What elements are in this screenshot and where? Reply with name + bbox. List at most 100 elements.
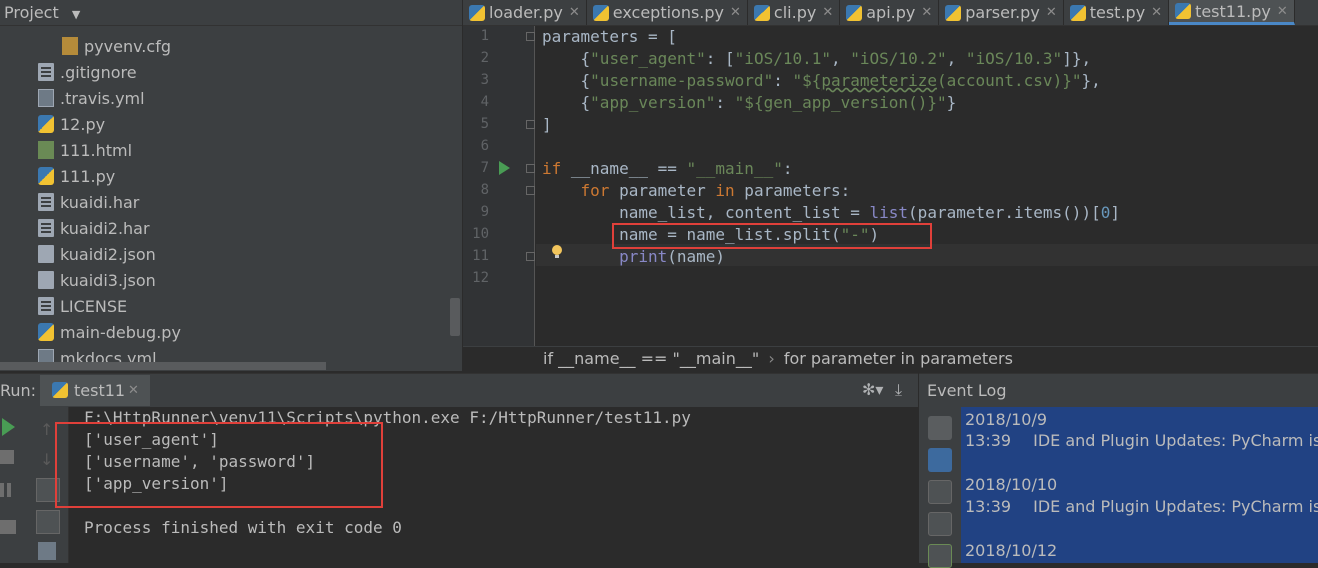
close-icon[interactable]: ✕ (569, 5, 580, 20)
project-title[interactable]: Project ▼ (4, 3, 80, 22)
file-item[interactable]: kuaidi2.har (38, 215, 150, 241)
file-item[interactable]: pyvenv.cfg (62, 33, 171, 59)
tab-cli[interactable]: cli.py ✕ (748, 0, 841, 25)
close-icon[interactable]: ✕ (822, 5, 833, 20)
line-number: 7 (480, 160, 489, 176)
breadcrumb-item[interactable]: for parameter in parameters (784, 349, 1013, 368)
fold-marker-icon[interactable] (526, 164, 535, 173)
balloon-icon[interactable] (928, 448, 952, 472)
file-item[interactable]: main-debug.py (38, 319, 181, 345)
event-entry[interactable]: 13:39 IDE and Plugin Updates: PyCharm is … (965, 431, 1318, 450)
file-name: .gitignore (60, 62, 137, 82)
breadcrumb-item[interactable]: if __name__ == "__main__" (543, 349, 759, 368)
file-item[interactable]: 111.py (38, 163, 115, 189)
rerun-icon[interactable] (2, 418, 15, 436)
close-icon[interactable]: ✕ (1277, 4, 1288, 19)
text-file-icon (38, 193, 54, 211)
event-text[interactable]: IDE and Plugin Updates: PyCharm is re (1033, 497, 1318, 516)
print-icon[interactable] (38, 542, 56, 560)
python-file-icon (38, 323, 54, 341)
fold-marker-icon[interactable] (526, 32, 535, 41)
event-log-title: Event Log (927, 381, 1007, 400)
file-item[interactable]: 111.html (38, 137, 132, 163)
file-item[interactable]: kuaidi2.json (38, 241, 156, 267)
file-item[interactable]: kuaidi.har (38, 189, 139, 215)
editor-tabs: loader.py ✕ exceptions.py ✕ cli.py ✕ api.py ✕ pa… (463, 0, 1318, 26)
tab-exceptions[interactable]: exceptions.py ✕ (587, 0, 748, 25)
tab-label: test11.py (1195, 1, 1271, 21)
tab-parser[interactable]: parser.py ✕ (939, 0, 1064, 25)
event-date: 2018/10/10 (965, 475, 1058, 494)
file-name: 12.py (60, 114, 106, 134)
close-icon[interactable]: ✕ (128, 383, 139, 398)
file-item[interactable]: .gitignore (38, 59, 137, 85)
close-icon[interactable]: ✕ (1151, 5, 1162, 20)
pause-icon[interactable] (0, 483, 4, 497)
line-number: 6 (480, 138, 489, 154)
tab-api[interactable]: api.py ✕ (840, 0, 940, 25)
fold-marker-icon[interactable] (526, 120, 535, 129)
file-name: kuaidi3.json (60, 270, 156, 290)
project-horizontal-scrollbar[interactable] (0, 362, 326, 370)
code-line-8: for parameter in parameters: (580, 181, 851, 200)
mark-read-icon[interactable] (928, 544, 952, 568)
file-name: 111.py (60, 166, 116, 186)
python-file-icon (753, 4, 770, 21)
file-name: LICENSE (60, 296, 128, 316)
run-label: Run: (0, 381, 37, 400)
dump-threads-icon[interactable] (0, 520, 16, 534)
gear-icon[interactable]: ✻▾ (862, 380, 883, 399)
code-line-7: if __name__ == "__main__": (542, 159, 793, 178)
file-item[interactable]: LICENSE (38, 293, 127, 319)
project-title-label: Project (4, 3, 59, 22)
line-number: 4 (480, 94, 489, 110)
close-icon[interactable]: ✕ (921, 5, 932, 20)
caret-down-icon[interactable]: ▼ (72, 8, 80, 21)
python-file-icon (38, 167, 54, 185)
highlight-box-code (612, 223, 932, 249)
tab-test11[interactable]: test11.py ✕ (1169, 0, 1295, 25)
event-date: 2018/10/12 (965, 541, 1058, 560)
file-item[interactable]: 12.py (38, 111, 105, 137)
stop-icon[interactable] (0, 450, 14, 464)
run-gutter-icon[interactable] (499, 161, 510, 175)
scroll-to-end-icon[interactable] (36, 510, 60, 534)
file-item[interactable]: .travis.yml (38, 85, 145, 111)
scroll-to-end-icon[interactable] (928, 512, 952, 536)
scroll-up-icon[interactable]: ↑ (40, 420, 53, 439)
python-file-icon (945, 4, 962, 21)
event-date: 2018/10/9 (965, 410, 1048, 429)
tab-label: cli.py (773, 3, 817, 22)
python-file-icon (846, 4, 863, 21)
file-name: 111.html (60, 140, 133, 160)
text-file-icon (38, 63, 54, 81)
highlight-box-output (55, 422, 383, 508)
line-number: 10 (472, 226, 489, 242)
line-number: 9 (480, 204, 489, 220)
wrench-icon[interactable] (928, 416, 952, 440)
close-icon[interactable]: ✕ (730, 5, 741, 20)
fold-marker-icon[interactable] (526, 252, 535, 261)
python-file-icon (1175, 3, 1192, 19)
file-name: kuaidi2.json (60, 244, 156, 264)
code-line-1: parameters = [ (542, 27, 677, 46)
tab-loader[interactable]: loader.py ✕ (463, 0, 587, 25)
close-icon[interactable]: ✕ (1046, 5, 1057, 20)
scroll-down-icon[interactable]: ↓ (40, 450, 53, 469)
minimize-icon[interactable]: ⤓ (895, 380, 902, 400)
tab-test[interactable]: test.py ✕ (1064, 0, 1170, 25)
event-text[interactable]: IDE and Plugin Updates: PyCharm is re (1033, 431, 1318, 450)
line-number: 1 (480, 28, 489, 44)
file-item[interactable]: kuaidi3.json (38, 267, 156, 293)
fold-marker-icon[interactable] (526, 186, 535, 195)
soft-wrap-icon[interactable] (928, 480, 952, 504)
line-number: 11 (472, 248, 489, 264)
line-number: 2 (480, 50, 489, 66)
project-vertical-scrollbar[interactable] (450, 298, 460, 336)
event-entry[interactable]: 13:39 IDE and Plugin Updates: PyCharm is … (965, 497, 1318, 516)
tab-label: test.py (1089, 3, 1146, 22)
event-time: 13:39 (965, 497, 1012, 516)
run-tab-label: test11 (74, 381, 126, 400)
code-line-3: {"username-password": "${parameterize(ac… (542, 71, 1101, 90)
tab-label: exceptions.py (612, 3, 725, 22)
